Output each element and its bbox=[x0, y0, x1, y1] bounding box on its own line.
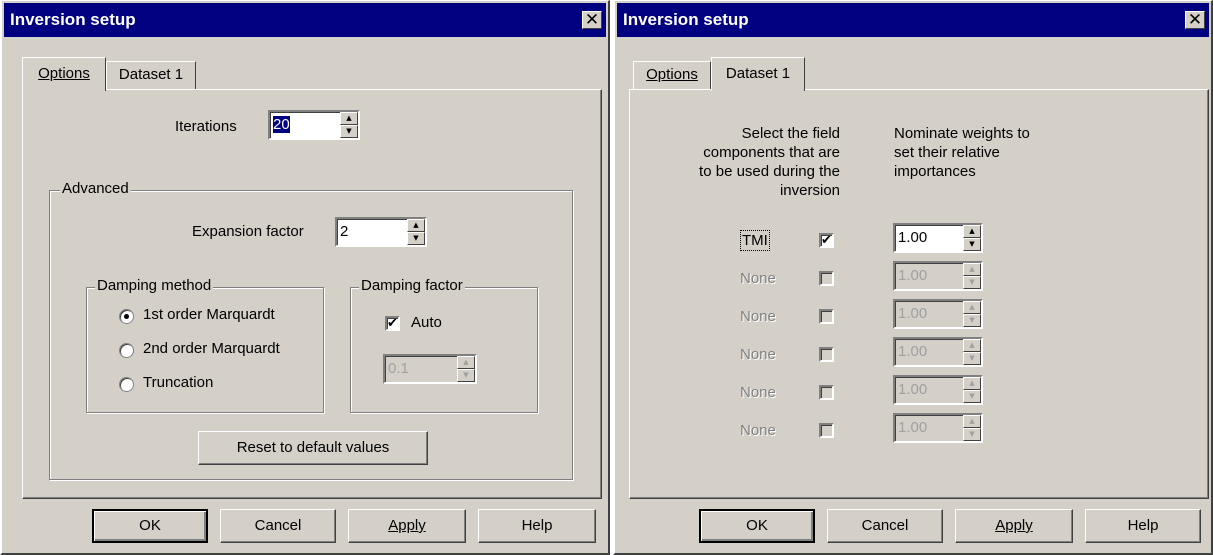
iterations-spinner[interactable]: 20 ▲ ▼ bbox=[268, 110, 360, 140]
weight-value: 1.00 bbox=[898, 267, 928, 284]
spin-down-icon: ▼ bbox=[457, 369, 475, 382]
spin-up-icon: ▲ bbox=[457, 356, 475, 369]
right-dialog: Inversion setup ✕ Options Dataset 1 Sele… bbox=[613, 0, 1213, 555]
expansion-factor-value[interactable]: 2 bbox=[340, 223, 348, 240]
components-header: Select the field components that are to … bbox=[699, 125, 840, 199]
advanced-group: Advanced Expansion factor 2 ▲ ▼ Damping m… bbox=[49, 180, 573, 480]
weight-spinner: 1.00 ▲ ▼ bbox=[893, 413, 983, 443]
apply-button[interactable]: Apply bbox=[955, 509, 1073, 543]
damping-factor-title: Damping factor bbox=[359, 277, 465, 294]
radio-label[interactable]: Truncation bbox=[143, 374, 213, 391]
spin-down-icon: ▼ bbox=[963, 276, 981, 289]
tab-label: Dataset 1 bbox=[725, 65, 791, 82]
tab-dataset-1[interactable]: Dataset 1 bbox=[711, 57, 805, 91]
tab-dataset-1[interactable]: Dataset 1 bbox=[106, 61, 196, 89]
spin-up-icon[interactable]: ▲ bbox=[340, 112, 358, 125]
auto-checkbox[interactable]: ✔ bbox=[385, 316, 400, 331]
weight-spinner: 1.00 ▲ ▼ bbox=[893, 337, 983, 367]
options-panel: Iterations 20 ▲ ▼ Advanced Expansion fact… bbox=[22, 89, 602, 499]
weight-spinner[interactable]: 1.00 ▲ ▼ bbox=[893, 223, 983, 253]
title-bar[interactable]: Inversion setup ✕ bbox=[4, 3, 606, 37]
spin-down-icon: ▼ bbox=[963, 428, 981, 441]
damping-factor-group: Damping factor ✔ Auto 0.1 ▲ ▼ bbox=[350, 277, 538, 413]
weight-value: 1.00 bbox=[898, 305, 928, 322]
weight-spinner: 1.00 ▲ ▼ bbox=[893, 375, 983, 405]
expansion-factor-spinner[interactable]: 2 ▲ ▼ bbox=[335, 217, 427, 247]
auto-label[interactable]: Auto bbox=[411, 314, 442, 331]
tab-label: Dataset 1 bbox=[118, 66, 184, 83]
iterations-value[interactable]: 20 bbox=[273, 116, 290, 133]
component-checkbox bbox=[819, 309, 834, 324]
apply-label: Apply bbox=[388, 517, 426, 534]
damping-factor-spinner: 0.1 ▲ ▼ bbox=[383, 354, 477, 384]
help-button[interactable]: Help bbox=[478, 509, 596, 543]
component-checkbox bbox=[819, 271, 834, 286]
spin-up-icon: ▲ bbox=[963, 339, 981, 352]
component-name: None bbox=[740, 346, 776, 363]
weight-spinner: 1.00 ▲ ▼ bbox=[893, 299, 983, 329]
component-checkbox bbox=[819, 347, 834, 362]
help-button[interactable]: Help bbox=[1085, 509, 1201, 543]
spin-down-icon[interactable]: ▼ bbox=[407, 232, 425, 245]
radio-label[interactable]: 1st order Marquardt bbox=[143, 306, 275, 323]
ok-button[interactable]: OK bbox=[92, 509, 208, 543]
reset-defaults-button[interactable]: Reset to default values bbox=[198, 431, 428, 465]
component-name: None bbox=[740, 422, 776, 439]
spin-down-icon[interactable]: ▼ bbox=[963, 238, 981, 251]
component-checkbox bbox=[819, 423, 834, 438]
weights-header: Nominate weights to set their relative i… bbox=[894, 125, 1030, 180]
ok-button[interactable]: OK bbox=[699, 509, 815, 543]
dataset-panel: Select the field components that are to … bbox=[629, 89, 1209, 499]
spin-up-icon: ▲ bbox=[963, 415, 981, 428]
spin-down-icon: ▼ bbox=[963, 352, 981, 365]
radio-dot bbox=[124, 314, 129, 319]
component-name[interactable]: TMI bbox=[740, 230, 770, 251]
close-icon[interactable]: ✕ bbox=[1185, 11, 1205, 29]
tab-label: Options bbox=[38, 65, 90, 82]
spin-down-icon: ▼ bbox=[963, 314, 981, 327]
spin-up-icon[interactable]: ▲ bbox=[407, 219, 425, 232]
component-name: None bbox=[740, 308, 776, 325]
radio-2nd-order[interactable] bbox=[119, 343, 134, 358]
tab-options[interactable]: Options bbox=[22, 57, 106, 91]
weight-value: 1.00 bbox=[898, 381, 928, 398]
damping-factor-value: 0.1 bbox=[388, 360, 409, 377]
spin-up-icon: ▲ bbox=[963, 263, 981, 276]
spin-up-icon: ▲ bbox=[963, 301, 981, 314]
radio-truncation[interactable] bbox=[119, 377, 134, 392]
component-name: None bbox=[740, 384, 776, 401]
tab-label: Options bbox=[646, 66, 698, 83]
weight-spinner: 1.00 ▲ ▼ bbox=[893, 261, 983, 291]
expansion-factor-label: Expansion factor bbox=[192, 223, 304, 240]
radio-1st-order[interactable] bbox=[119, 309, 134, 324]
tab-options[interactable]: Options bbox=[633, 61, 711, 89]
left-dialog: Inversion setup ✕ Options Dataset 1 Iter… bbox=[0, 0, 610, 555]
spin-up-icon: ▲ bbox=[963, 377, 981, 390]
spin-down-icon[interactable]: ▼ bbox=[340, 125, 358, 138]
iterations-label: Iterations bbox=[175, 118, 237, 135]
weight-value[interactable]: 1.00 bbox=[898, 229, 927, 246]
radio-label[interactable]: 2nd order Marquardt bbox=[143, 340, 280, 357]
cancel-button[interactable]: Cancel bbox=[220, 509, 336, 543]
spin-up-icon[interactable]: ▲ bbox=[963, 225, 981, 238]
cancel-button[interactable]: Cancel bbox=[827, 509, 943, 543]
component-checkbox[interactable]: ✔ bbox=[819, 233, 834, 248]
component-checkbox bbox=[819, 385, 834, 400]
title-bar[interactable]: Inversion setup ✕ bbox=[617, 3, 1209, 37]
window-title: Inversion setup bbox=[623, 10, 749, 29]
apply-label: Apply bbox=[995, 517, 1033, 534]
apply-button[interactable]: Apply bbox=[348, 509, 466, 543]
damping-method-title: Damping method bbox=[95, 277, 214, 294]
weight-value: 1.00 bbox=[898, 419, 928, 436]
damping-method-group: Damping method 1st order Marquardt 2nd o… bbox=[86, 277, 324, 413]
component-name: None bbox=[740, 270, 776, 287]
advanced-title: Advanced bbox=[60, 180, 131, 197]
close-icon[interactable]: ✕ bbox=[582, 11, 602, 29]
window-title: Inversion setup bbox=[10, 10, 136, 29]
spin-down-icon: ▼ bbox=[963, 390, 981, 403]
weight-value: 1.00 bbox=[898, 343, 928, 360]
